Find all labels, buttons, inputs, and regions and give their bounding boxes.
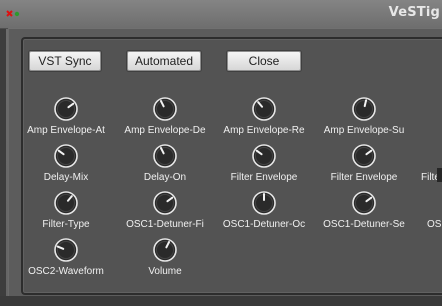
knob-pointer <box>363 99 368 108</box>
knob-label: OSC1-Detuner-Oc <box>222 219 306 230</box>
knob-control[interactable]: Amp Envelope-At <box>11 95 121 145</box>
knob-label: OSC1-Detuner-Se <box>323 219 405 230</box>
knob-icon[interactable] <box>350 189 378 217</box>
knob-label: Filter-Type <box>42 219 90 230</box>
knob-control[interactable]: Amp Envelope-Re <box>209 95 319 145</box>
knob-control[interactable]: Delay-Mix <box>11 142 121 192</box>
knob-icon[interactable] <box>52 236 80 264</box>
knob-control[interactable]: Filter-Type <box>11 189 121 239</box>
plugin-panel: VST Sync Automated Close Amp Envelope-At… <box>8 28 442 297</box>
knob-icon[interactable] <box>151 95 179 123</box>
knob-control[interactable]: Filter Envelope <box>309 142 419 192</box>
knob-icon[interactable] <box>52 189 80 217</box>
knob-control[interactable]: Amp Envelope-Su <box>309 95 419 145</box>
window-edge-shadow <box>437 168 442 182</box>
knob-label: OSC2-Waveform <box>28 266 104 277</box>
knob-label: OSC1-Detuner-Fi <box>126 219 204 230</box>
knob-control[interactable]: OSC1-Detuner-Oc <box>209 189 319 239</box>
knob-icon[interactable] <box>350 142 378 170</box>
knob-icon[interactable] <box>151 236 179 264</box>
knob-control[interactable]: Filte <box>409 142 442 192</box>
knob-label: Volume <box>148 266 182 277</box>
knob-label: Amp Envelope-De <box>124 125 206 136</box>
knob-label: Delay-Mix <box>43 172 89 183</box>
knob-control[interactable]: Amp Envelope-De <box>110 95 220 145</box>
knob-icon[interactable] <box>52 95 80 123</box>
knob-label: Amp Envelope-At <box>27 125 105 136</box>
knob-control[interactable]: OSC1-Detuner-Fi <box>110 189 220 239</box>
vst-sync-button[interactable]: VST Sync <box>29 51 101 71</box>
title-bar[interactable]: VeSTig <box>0 0 442 29</box>
host-left-strip <box>0 0 6 306</box>
plugin-area: VST Sync Automated Close Amp Envelope-At… <box>9 29 442 297</box>
host-bottom-bar <box>0 296 442 306</box>
knob-control[interactable]: Filter Envelope <box>209 142 319 192</box>
knob-label: Amp Envelope-Re <box>223 125 305 136</box>
knob-label: OS <box>427 219 442 230</box>
knob-label: Amp Envelope-Su <box>323 125 405 136</box>
knob-label: Filter Envelope <box>330 172 398 183</box>
close-button[interactable]: Close <box>227 51 301 71</box>
knob-icon[interactable] <box>250 95 278 123</box>
knob-icon[interactable] <box>52 142 80 170</box>
automated-button[interactable]: Automated <box>127 51 201 71</box>
window-controls-icon[interactable] <box>6 10 20 18</box>
knob-label: Delay-On <box>143 172 187 183</box>
knob-control[interactable]: OS <box>409 189 442 239</box>
knob-control[interactable]: Delay-On <box>110 142 220 192</box>
knob-icon[interactable] <box>250 189 278 217</box>
knob-label: Filter Envelope <box>230 172 298 183</box>
knob-icon[interactable] <box>250 142 278 170</box>
knob-control[interactable]: OSC1-Detuner-Se <box>309 189 419 239</box>
window-title: VeSTig <box>388 5 440 20</box>
knob-control[interactable]: OSC2-Waveform <box>11 236 121 286</box>
knob-icon[interactable] <box>350 95 378 123</box>
knob-icon[interactable] <box>151 189 179 217</box>
knob-icon[interactable] <box>151 142 179 170</box>
knob-control[interactable]: Volume <box>110 236 220 286</box>
